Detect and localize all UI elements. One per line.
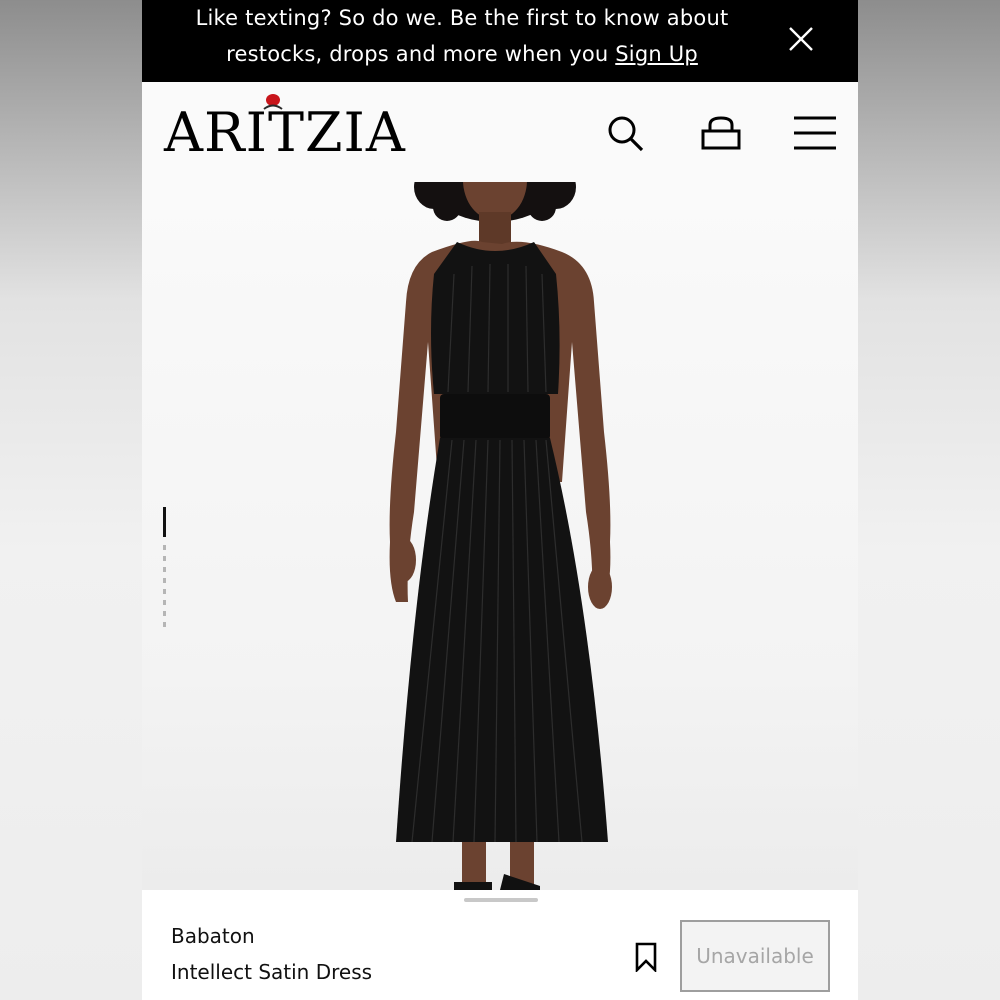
bookmark-icon[interactable]	[634, 942, 658, 972]
promo-text-line2: restocks, drops and more when you Sign U…	[142, 42, 782, 66]
carousel-indicator[interactable]	[163, 507, 167, 627]
menu-icon[interactable]	[793, 115, 837, 151]
product-brand: Babaton	[171, 924, 255, 948]
carousel-dot[interactable]	[163, 578, 166, 583]
search-icon[interactable]	[606, 114, 646, 154]
phone-screen: Like texting? So do we. Be the first to …	[142, 0, 858, 1000]
model-illustration	[389, 182, 612, 890]
sign-up-link[interactable]: Sign Up	[615, 42, 698, 66]
carousel-dot[interactable]	[163, 589, 166, 594]
carousel-dot[interactable]	[163, 556, 166, 561]
carousel-dot-active[interactable]	[163, 507, 166, 537]
promo-text-line1: Like texting? So do we. Be the first to …	[195, 6, 729, 30]
logo-rose-icon	[263, 94, 283, 110]
shopping-bag-icon[interactable]	[700, 114, 742, 154]
sheet-drag-handle[interactable]	[464, 898, 538, 902]
product-info-sheet: Babaton Intellect Satin Dress Unavailabl…	[142, 890, 858, 1000]
carousel-dot[interactable]	[163, 622, 166, 627]
carousel-dot[interactable]	[163, 567, 166, 572]
promo-banner: Like texting? So do we. Be the first to …	[142, 0, 858, 82]
promo-text-line2-prefix: restocks, drops and more when you	[226, 42, 616, 66]
carousel-dot[interactable]	[163, 611, 166, 616]
unavailable-button[interactable]: Unavailable	[680, 920, 830, 992]
site-header: ARITZIA	[142, 82, 858, 182]
product-image[interactable]	[142, 182, 858, 890]
carousel-dot[interactable]	[163, 545, 166, 550]
close-icon[interactable]	[786, 24, 816, 54]
product-name: Intellect Satin Dress	[171, 960, 373, 984]
carousel-dot[interactable]	[163, 600, 166, 605]
